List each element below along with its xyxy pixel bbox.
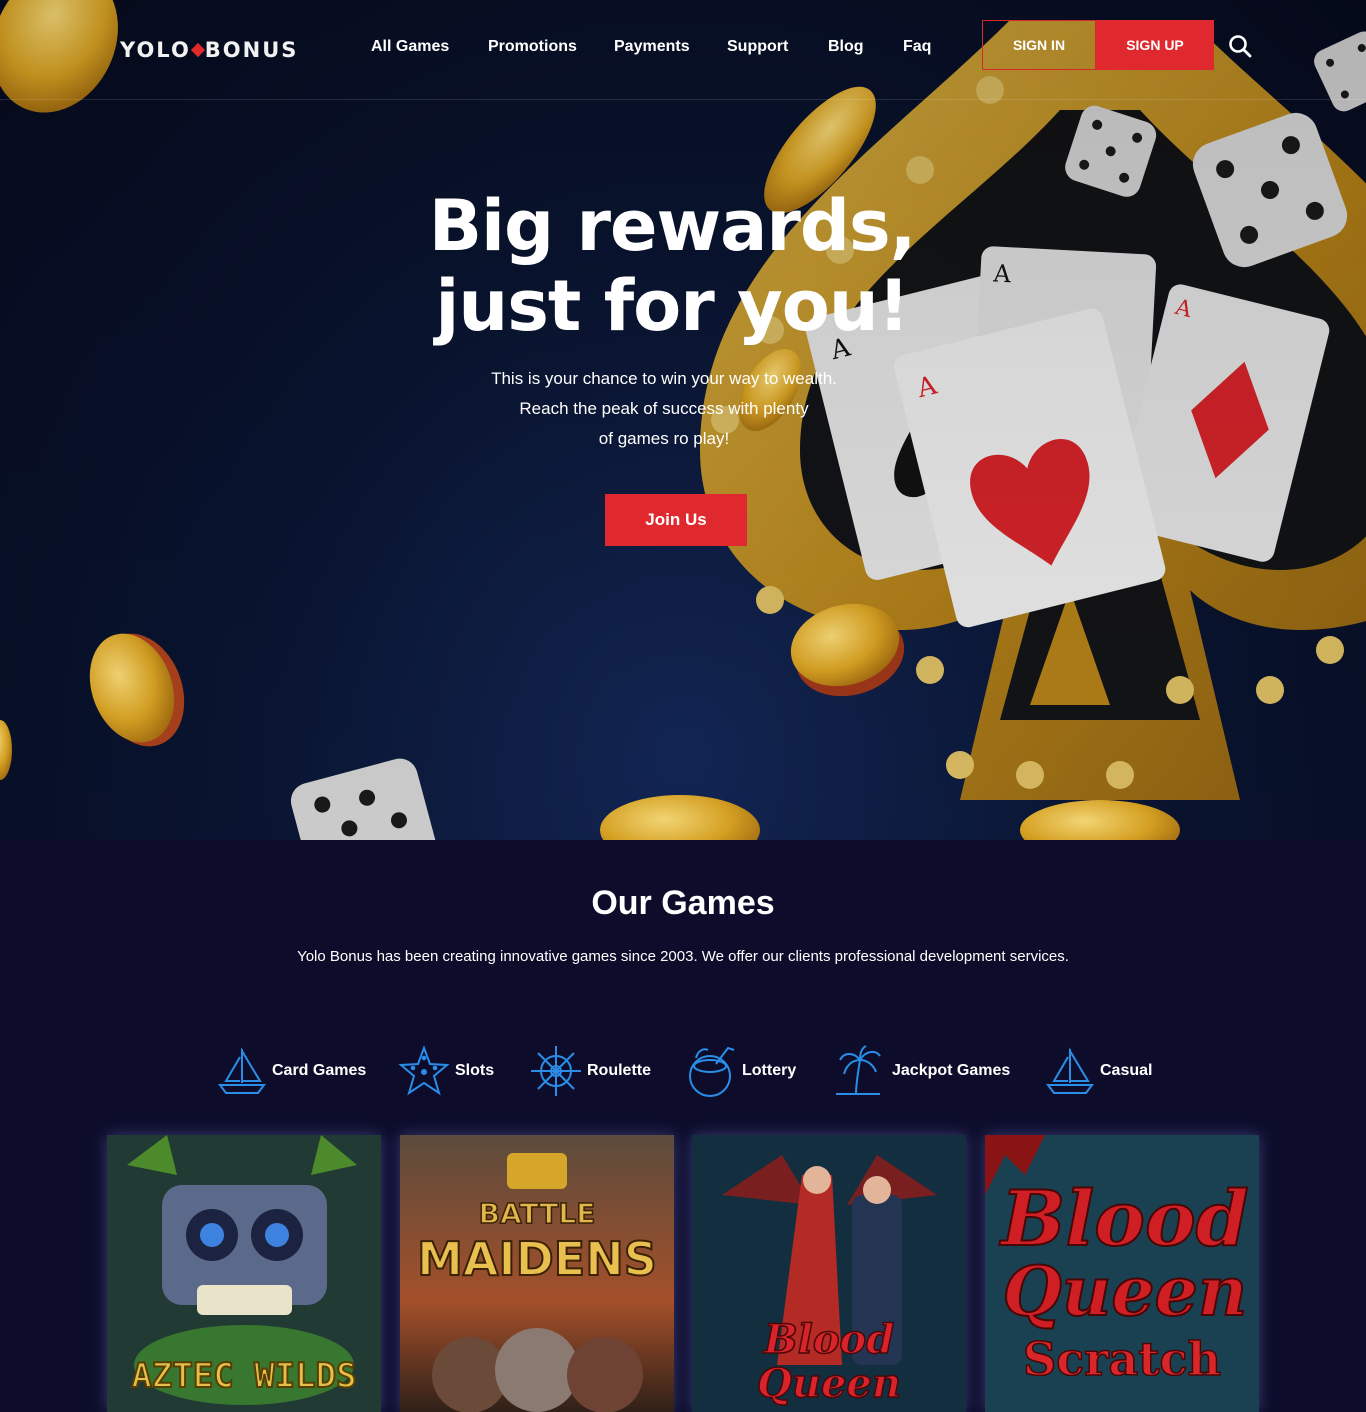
category-slots[interactable]: Slots [397,1043,494,1099]
logo-text-right: BONUS [204,38,299,62]
hero-subtitle-line2: Reach the peak of success with plenty [519,399,809,418]
scratch-title-line2: Queen [1003,1252,1248,1332]
nav-link-faq[interactable]: Faq [903,38,931,56]
logo-diamond-icon [190,42,205,58]
category-label: Card Games [272,1062,367,1079]
nav-link-blog[interactable]: Blog [828,38,864,56]
blood-queen-title-line1: Blood [763,1316,894,1363]
category-card-games[interactable]: Card Games [216,1043,366,1099]
category-label: Slots [455,1062,495,1079]
ship-wheel-icon [531,1046,581,1096]
hero-subtitle-line1: This is your chance to win your way to w… [491,369,837,388]
logo-text-left: YOLO [120,38,191,62]
top-navigation: YOLO BONUS All Games Promotions Payments… [0,0,1366,100]
nav-link-promotions[interactable]: Promotions [488,38,577,56]
hero-title-line2: just for you! [435,265,909,347]
category-label: Roulette [587,1062,651,1079]
nav-link-payments[interactable]: Payments [614,38,690,56]
sailboat-icon [218,1047,266,1094]
battle-maidens-artwork: BATTLE MAIDENS [400,1135,674,1412]
game-thumbnail-battle-maidens[interactable]: BATTLE MAIDENS [400,1135,674,1412]
search-icon[interactable] [1228,34,1252,58]
join-us-button[interactable]: Join Us [605,494,747,546]
hero-title-line1: Big rewards, [428,185,917,267]
hero-subtitle: This is your chance to win your way to w… [414,364,914,454]
category-jackpot-games[interactable]: Jackpot Games [834,1043,1010,1099]
coconut-drink-icon [689,1046,735,1097]
aztec-wilds-title: AZTEC WILDS [131,1356,356,1396]
games-section-description: Yolo Bonus has been creating innovative … [297,948,1069,965]
sign-up-button[interactable]: SIGN UP [1096,20,1214,70]
brand-logo[interactable]: YOLO BONUS [120,36,298,64]
our-games-section: Our Games Yolo Bonus has been creating i… [0,840,1366,1412]
hero-subtitle-line3: of games ro play! [598,429,730,448]
game-thumbnail-blood-queen[interactable]: Blood Queen [692,1135,966,1412]
nav-link-support[interactable]: Support [727,38,788,56]
aztec-wilds-artwork: AZTEC WILDS [107,1135,381,1412]
blood-queen-scratch-artwork: Blood Queen Scratch [985,1135,1259,1412]
palm-tree-icon [836,1045,881,1095]
category-roulette[interactable]: Roulette [529,1043,651,1099]
scratch-title-line1: Blood [999,1174,1249,1263]
blood-queen-title-line2: Queen [757,1360,901,1407]
scratch-title-line3: Scratch [1023,1332,1221,1386]
sailboat-icon [1046,1047,1094,1094]
category-label: Casual [1100,1062,1153,1079]
category-casual[interactable]: Casual [1044,1043,1152,1099]
category-label: Jackpot Games [892,1062,1011,1079]
hero-section: A A A A [0,0,1366,840]
battle-maidens-title-line1: BATTLE [479,1197,596,1230]
category-label: Lottery [742,1062,797,1079]
hero-title: Big rewards, just for you! [372,186,972,346]
game-thumbnail-aztec-wilds[interactable]: AZTEC WILDS [107,1135,381,1412]
blood-queen-artwork: Blood Queen [692,1135,966,1412]
category-lottery[interactable]: Lottery [684,1043,796,1099]
starfish-icon [398,1045,450,1096]
game-thumbnail-blood-queen-scratch[interactable]: Blood Queen Scratch [985,1135,1259,1412]
sign-in-button[interactable]: SIGN IN [982,20,1096,70]
battle-maidens-title-line2: MAIDENS [417,1232,657,1286]
games-section-title: Our Games [591,884,775,922]
nav-link-all-games[interactable]: All Games [371,38,449,56]
